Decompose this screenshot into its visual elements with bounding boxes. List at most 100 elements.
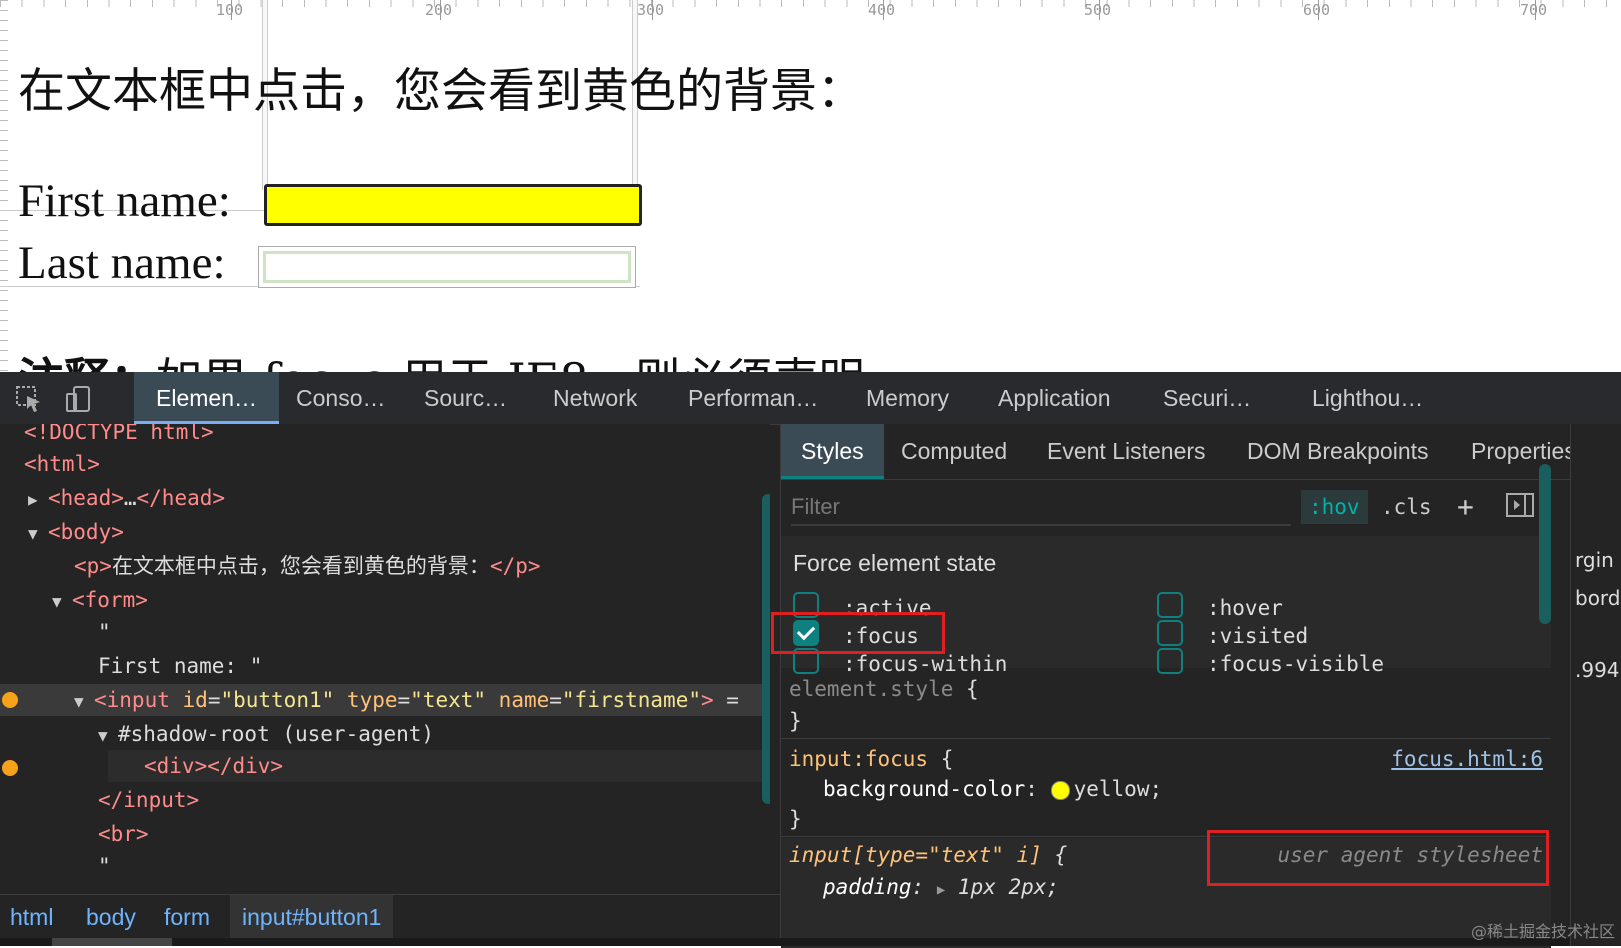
styles-subtabs: Styles Computed Event Listeners DOM Brea… <box>781 424 1576 480</box>
tab-memory[interactable]: Memory <box>866 372 949 424</box>
last-name-input[interactable] <box>258 246 636 288</box>
tab-lighthouse[interactable]: Lighthou… <box>1312 372 1423 424</box>
dom-node[interactable]: </input> <box>0 784 770 816</box>
subtab-event-listeners[interactable]: Event Listeners <box>1047 424 1206 479</box>
element-style-selector: element.style <box>789 677 954 701</box>
subtab-styles[interactable]: Styles <box>781 424 884 479</box>
dom-scrollbar[interactable] <box>762 494 770 804</box>
dom-node[interactable]: " <box>0 616 770 648</box>
dom-node[interactable]: <div></div> <box>108 750 768 782</box>
head-tag: <head> <box>48 486 124 510</box>
inspect-element-icon[interactable] <box>14 384 44 414</box>
dom-node-selected[interactable]: ▼ <input id="button1" type="text" name="f… <box>0 684 770 716</box>
collapse-triangle-icon[interactable]: ▼ <box>74 686 94 718</box>
device-toolbar-icon[interactable] <box>64 384 94 414</box>
dom-node[interactable]: <p>在文本框中点击，您会看到黄色的背景：</p> <box>0 550 770 582</box>
border-label: borde <box>1575 586 1621 610</box>
tab-sources[interactable]: Sourc… <box>424 372 507 424</box>
breadcrumb-form[interactable]: form <box>164 895 210 939</box>
collapse-triangle-icon[interactable]: ▼ <box>28 518 48 550</box>
input-highlight <box>263 251 631 283</box>
text-node: " <box>98 620 111 644</box>
expand-triangle-icon[interactable]: ▶ <box>28 484 48 516</box>
breadcrumb-body[interactable]: body <box>86 895 136 939</box>
dom-node[interactable]: <br> <box>0 818 770 850</box>
checkbox-hover[interactable] <box>1157 592 1183 618</box>
note-text: 注释：如果 focus 用于 IE8，则必须声明 <box>18 344 865 372</box>
dom-node[interactable]: <!DOCTYPE html> <box>0 424 770 448</box>
page-viewport: 100 200 300 400 500 600 700 在文本框中点击，您会看到… <box>0 0 1621 372</box>
p-tag: <p> <box>74 554 112 578</box>
checkbox-visited[interactable] <box>1157 620 1183 646</box>
text-node: First name: " <box>98 654 263 678</box>
source-link[interactable]: focus.html:6 <box>1391 744 1543 774</box>
scroll-thumb[interactable] <box>52 938 172 946</box>
styles-pane: Styles Computed Event Listeners DOM Brea… <box>771 424 1576 948</box>
collapse-triangle-icon[interactable]: ▼ <box>98 720 118 752</box>
dom-node[interactable]: ▼ #shadow-root (user-agent) <box>0 718 770 750</box>
new-rule-plus-icon[interactable]: + <box>1457 490 1474 524</box>
dom-node[interactable]: " <box>0 850 770 882</box>
rule-selector: input:focus <box>789 747 929 771</box>
breakpoint-dot-icon <box>2 692 18 708</box>
input-tag: <input <box>94 688 170 712</box>
breadcrumb-html[interactable]: html <box>10 895 53 939</box>
annotation-highlight-box <box>771 612 945 654</box>
subtab-computed[interactable]: Computed <box>901 424 1007 479</box>
colon: : <box>1025 777 1038 801</box>
declaration[interactable]: padding: ▶ 1px 2px; <box>823 872 1059 902</box>
attr-value: "text" <box>410 688 487 712</box>
page-heading: 在文本框中点击，您会看到黄色的背景： <box>18 64 864 119</box>
rule-selector: input[type="text" i] <box>789 843 1042 867</box>
force-state-panel: Force element state :active :focus :focu… <box>771 536 1551 676</box>
tab-console[interactable]: Conso… <box>296 372 385 424</box>
dom-node[interactable]: <html> <box>0 448 770 480</box>
element-style-rule: element.style { } <box>781 670 1551 739</box>
property-value: yellow; <box>1073 777 1163 801</box>
open-brace: { <box>940 747 954 771</box>
tab-network[interactable]: Network <box>553 372 637 424</box>
dom-node[interactable]: ▶ <head>…</head> <box>0 482 770 514</box>
tab-application[interactable]: Application <box>998 372 1111 424</box>
breadcrumb: html body form input#button1 <box>0 894 780 939</box>
rule-header: input[type="text" i] { <box>789 840 1067 870</box>
dom-tree: <!DOCTYPE html> <html> ▶ <head>…</head> ▼… <box>0 424 770 894</box>
expand-triangle-icon[interactable]: ▶ <box>937 882 945 898</box>
head-close-tag: </head> <box>136 486 226 510</box>
last-name-label: Last name: <box>18 237 226 289</box>
tab-elements[interactable]: Elemen… <box>134 372 279 424</box>
ua-rule: input[type="text" i] { user agent styles… <box>781 830 1551 948</box>
margin-label: rgin <box>1575 548 1614 572</box>
attr-value: "button1" <box>220 688 335 712</box>
dimension-value: .994 <box>1575 658 1620 682</box>
dom-node[interactable]: ▼ <form> <box>0 584 770 616</box>
styles-scrollbar[interactable] <box>1539 464 1551 624</box>
filter-row: :hov .cls + <box>781 480 1571 534</box>
subtab-properties[interactable]: Properties <box>1471 424 1576 479</box>
color-swatch-icon[interactable] <box>1050 780 1070 800</box>
breakpoint-dot-icon <box>2 760 18 776</box>
subtab-dom-breakpoints[interactable]: DOM Breakpoints <box>1247 424 1429 479</box>
declaration[interactable]: background-color: yellow; <box>823 774 1162 804</box>
tab-performance[interactable]: Performan… <box>688 372 818 424</box>
force-state-title: Force element state <box>793 550 997 576</box>
property-value: 1px 2px; <box>957 875 1060 899</box>
property-name: padding <box>823 875 912 899</box>
property-name: background-color <box>823 777 1026 801</box>
close-brace: } <box>789 709 802 733</box>
breadcrumb-input[interactable]: input#button1 <box>230 895 394 939</box>
dom-node[interactable]: First name: " <box>0 650 770 682</box>
styles-filter-input[interactable] <box>791 490 1291 526</box>
p-close-tag: </p> <box>489 554 541 578</box>
toggle-sidebar-icon[interactable] <box>1505 490 1535 524</box>
horizontal-scrollbar[interactable] <box>0 938 1621 946</box>
cls-toggle[interactable]: .cls <box>1381 490 1432 524</box>
focus-rule: input:focus { focus.html:6 background-co… <box>781 740 1551 837</box>
body-tag: <body> <box>48 520 124 544</box>
collapse-triangle-icon[interactable]: ▼ <box>52 586 72 618</box>
hov-toggle[interactable]: :hov <box>1301 490 1368 524</box>
first-name-input[interactable] <box>264 184 642 226</box>
tab-security[interactable]: Securi… <box>1163 372 1251 424</box>
ruler-tick-label: 100 <box>216 1 244 19</box>
dom-node[interactable]: ▼ <body> <box>0 516 770 548</box>
